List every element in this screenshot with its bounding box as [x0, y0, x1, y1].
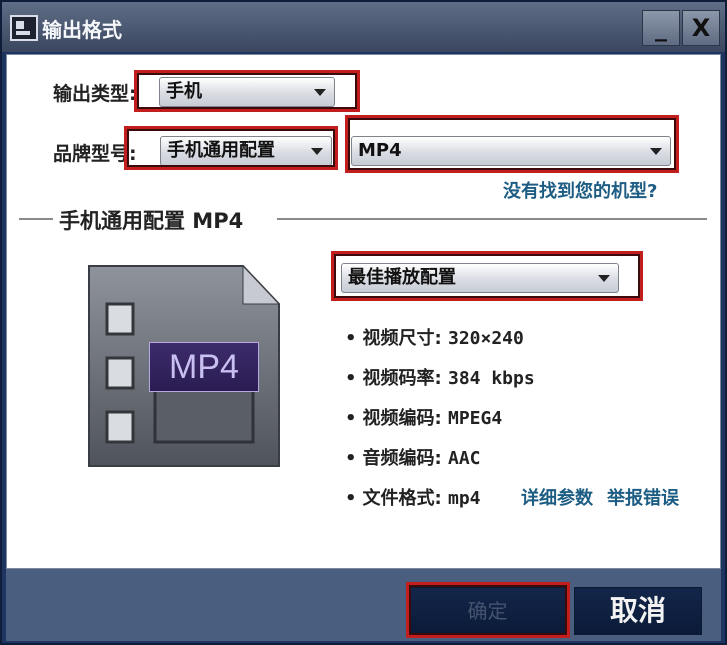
minimize-button[interactable]: _	[642, 10, 680, 46]
output-format-dialog: 输出格式 _ X 输出类型: 手机 品牌型号: 手机通用配置 MP4 没有找到您…	[0, 0, 727, 645]
chevron-down-icon	[314, 89, 326, 96]
section-title: 手机通用配置 MP4	[53, 205, 250, 235]
spec-video-size: • 视频尺寸: 320×240	[345, 328, 524, 349]
model-not-found-link[interactable]: 没有找到您的机型?	[503, 177, 657, 203]
model-select[interactable]: MP4	[351, 136, 671, 166]
spec-video-bitrate: • 视频码率: 384 kbps	[345, 368, 535, 389]
close-button[interactable]: X	[682, 10, 720, 46]
preset-select[interactable]: 最佳播放配置	[341, 263, 619, 293]
spec-video-codec: • 视频编码: MPEG4	[345, 408, 503, 429]
report-error-link[interactable]: 举报错误	[607, 484, 679, 510]
chevron-down-icon	[650, 148, 662, 155]
output-type-value: 手机	[166, 81, 202, 102]
spec-file-format: • 文件格式: mp4	[345, 488, 481, 509]
section-divider	[277, 218, 707, 220]
brand-value: 手机通用配置	[167, 140, 275, 161]
chevron-down-icon	[598, 275, 610, 282]
title-bar[interactable]: 输出格式 _ X	[2, 2, 725, 52]
preset-value: 最佳播放配置	[348, 267, 456, 288]
format-badge: MP4	[149, 342, 259, 392]
app-icon	[10, 15, 38, 41]
details-link[interactable]: 详细参数	[521, 484, 593, 510]
brand-select[interactable]: 手机通用配置	[160, 136, 332, 166]
spec-audio-codec: • 音频编码: AAC	[345, 448, 481, 469]
output-type-label: 输出类型:	[53, 83, 137, 105]
dialog-body: 输出类型: 手机 品牌型号: 手机通用配置 MP4 没有找到您的机型? 手机通用…	[6, 54, 721, 569]
ok-button[interactable]: 确定	[409, 587, 566, 635]
cancel-button[interactable]: 取消	[574, 587, 702, 635]
output-type-select[interactable]: 手机	[159, 77, 335, 107]
chevron-down-icon	[311, 148, 323, 155]
section-divider	[19, 218, 53, 220]
window-title: 输出格式	[42, 18, 122, 42]
model-value: MP4	[358, 140, 402, 161]
brand-model-label: 品牌型号:	[53, 143, 137, 165]
film-strip-icon: MP4	[83, 264, 283, 469]
